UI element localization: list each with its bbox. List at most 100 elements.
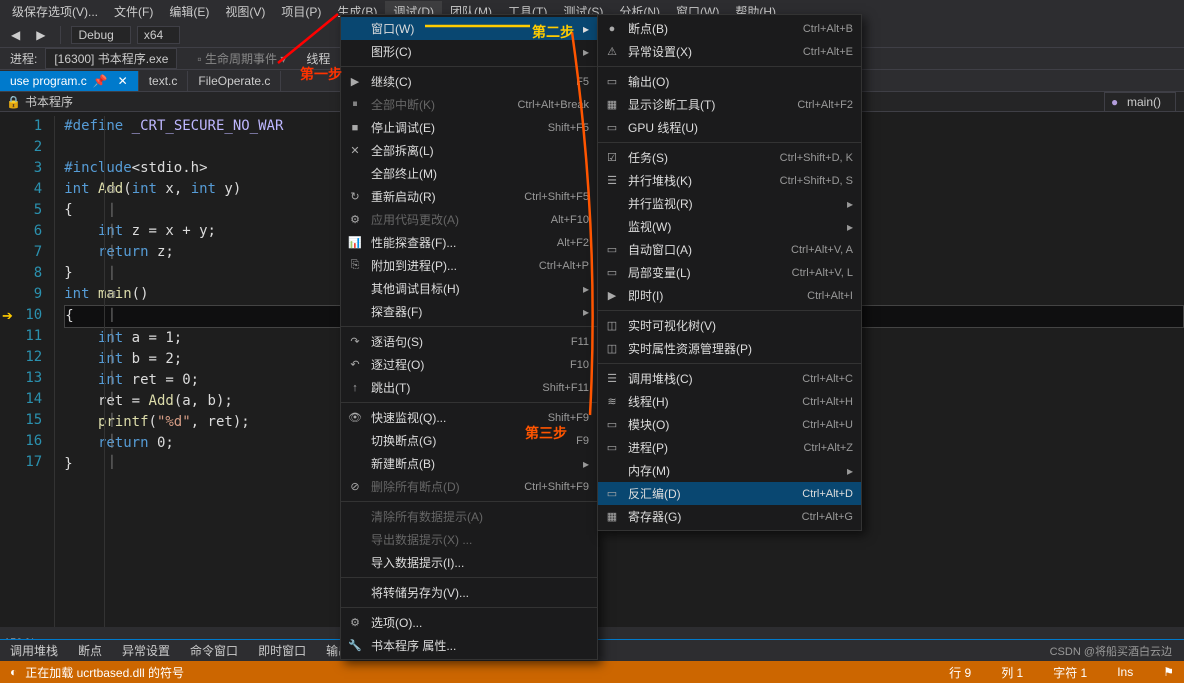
menu-2[interactable]: 编辑(E) <box>161 1 217 22</box>
scope-label[interactable]: 书本程序 <box>25 93 73 110</box>
menuitem-任务(S)[interactable]: ☑任务(S)Ctrl+Shift+D, K <box>598 146 861 169</box>
menuitem-选项(O)...[interactable]: ⚙选项(O)... <box>341 611 597 634</box>
annotation-step2: 第二步 <box>532 22 574 42</box>
menu-icon: ⏸ <box>347 98 363 111</box>
menuitem-调用堆栈(C)[interactable]: ☰调用堆栈(C)Ctrl+Alt+C <box>598 367 861 390</box>
menu-icon: ◫ <box>604 342 620 355</box>
menu-icon: ✕ <box>347 144 363 157</box>
menuitem-即时(I)[interactable]: ▶即时(I)Ctrl+Alt+I <box>598 284 861 307</box>
menu-icon: ⚠ <box>604 45 620 58</box>
menu-icon: ⚙ <box>347 616 363 629</box>
status-bar: ◐ 正在加载 ucrtbased.dll 的符号 行 9 列 1 字符 1 In… <box>0 661 1184 683</box>
menuitem-书本程序 属性...[interactable]: 🔧书本程序 属性... <box>341 634 597 657</box>
menuitem-其他调试目标(H)[interactable]: 其他调试目标(H)▸ <box>341 277 597 300</box>
menuitem-输出(O)[interactable]: ▭输出(O) <box>598 70 861 93</box>
menu-icon: ▭ <box>604 121 620 134</box>
current-line-arrow-icon: ➔ <box>2 308 13 324</box>
menuitem-寄存器(G)[interactable]: ▦寄存器(G)Ctrl+Alt+G <box>598 505 861 528</box>
status-line: 行 9 <box>949 664 971 681</box>
lock-icon: 🔒 <box>6 95 21 109</box>
watermark: CSDN @将船买酒白云边 <box>1050 643 1172 659</box>
menu-0[interactable]: 级保存选项(V)... <box>4 1 106 22</box>
menuitem-将转储另存为(V)...[interactable]: 将转储另存为(V)... <box>341 581 597 604</box>
output-tab-3[interactable]: 命令窗口 <box>180 639 248 662</box>
menuitem-导入数据提示(I)...[interactable]: 导入数据提示(I)... <box>341 551 597 574</box>
menuitem-全部中断(K): ⏸全部中断(K)Ctrl+Alt+Break <box>341 93 597 116</box>
menuitem-显示诊断工具(T)[interactable]: ▦显示诊断工具(T)Ctrl+Alt+F2 <box>598 93 861 116</box>
menuitem-图形(C)[interactable]: 图形(C)▸ <box>341 40 597 63</box>
status-ins: Ins <box>1117 665 1133 679</box>
menu-icon: ▶ <box>604 289 620 302</box>
line-gutter: 1234567891011121314151617 <box>0 112 52 627</box>
debug-menu[interactable]: 窗口(W)▸图形(C)▸▶继续(C)F5⏸全部中断(K)Ctrl+Alt+Bre… <box>340 14 598 660</box>
process-dropdown[interactable]: [16300] 书本程序.exe <box>45 48 177 69</box>
menuitem-并行堆栈(K)[interactable]: ☰并行堆栈(K)Ctrl+Shift+D, S <box>598 169 861 192</box>
status-flag-icon[interactable]: ⚑ <box>1163 665 1174 679</box>
menuitem-线程(H)[interactable]: ≋线程(H)Ctrl+Alt+H <box>598 390 861 413</box>
menu-icon: ▶ <box>347 75 363 88</box>
menuitem-监视(W)[interactable]: 监视(W)▸ <box>598 215 861 238</box>
tab-0[interactable]: use program.c📌✕ <box>0 71 139 91</box>
menuitem-局部变量(L)[interactable]: ▭局部变量(L)Ctrl+Alt+V, L <box>598 261 861 284</box>
output-tab-2[interactable]: 异常设置 <box>112 639 180 662</box>
menu-icon: ↷ <box>347 335 363 348</box>
menu-icon: ⚙ <box>347 213 363 226</box>
menu-icon: ≋ <box>604 395 620 408</box>
menu-4[interactable]: 项目(P) <box>273 1 329 22</box>
menu-icon: ⎘ <box>347 259 363 272</box>
menu-icon: ▦ <box>604 98 620 111</box>
menuitem-自动窗口(A)[interactable]: ▭自动窗口(A)Ctrl+Alt+V, A <box>598 238 861 261</box>
menuitem-断点(B)[interactable]: ●断点(B)Ctrl+Alt+B <box>598 17 861 40</box>
menuitem-实时属性资源管理器(P)[interactable]: ◫实时属性资源管理器(P) <box>598 337 861 360</box>
menuitem-反汇编(D)[interactable]: ▭反汇编(D)Ctrl+Alt+D <box>598 482 861 505</box>
menuitem-导出数据提示(X) ...: 导出数据提示(X) ... <box>341 528 597 551</box>
menuitem-异常设置(X)[interactable]: ⚠异常设置(X)Ctrl+Alt+E <box>598 40 861 63</box>
menu-icon: ↑ <box>347 382 363 394</box>
output-tab-1[interactable]: 断点 <box>68 639 112 662</box>
menuitem-新建断点(B)[interactable]: 新建断点(B)▸ <box>341 452 597 475</box>
menuitem-性能探查器(F)...[interactable]: 📊性能探查器(F)...Alt+F2 <box>341 231 597 254</box>
menuitem-重新启动(R)[interactable]: ↻重新启动(R)Ctrl+Shift+F5 <box>341 185 597 208</box>
close-icon[interactable]: ✕ <box>118 74 128 88</box>
menu-icon: 🔧 <box>347 639 363 652</box>
menuitem-GPU 线程(U)[interactable]: ▭GPU 线程(U) <box>598 116 861 139</box>
back-icon[interactable]: ◀ <box>6 26 25 44</box>
function-crumb[interactable]: main() <box>1104 92 1176 112</box>
annotation-step1: 第一步 <box>300 64 342 84</box>
menuitem-进程(P)[interactable]: ▭进程(P)Ctrl+Alt+Z <box>598 436 861 459</box>
menuitem-全部终止(M)[interactable]: 全部终止(M) <box>341 162 597 185</box>
menu-icon: ■ <box>347 122 363 134</box>
menuitem-跳出(T)[interactable]: ↑跳出(T)Shift+F11 <box>341 376 597 399</box>
menu-icon: ▦ <box>604 510 620 523</box>
fold-column[interactable]: ⊟││││⊟││││││││ <box>105 112 119 473</box>
menuitem-模块(O)[interactable]: ▭模块(O)Ctrl+Alt+U <box>598 413 861 436</box>
menuitem-继续(C)[interactable]: ▶继续(C)F5 <box>341 70 597 93</box>
tab-2[interactable]: FileOperate.c <box>188 71 281 91</box>
menuitem-实时可视化树(V)[interactable]: ◫实时可视化树(V) <box>598 314 861 337</box>
output-tab-0[interactable]: 调用堆栈 <box>0 639 68 662</box>
platform-dropdown[interactable]: x64 <box>137 26 180 44</box>
forward-icon[interactable]: ▶ <box>31 26 50 44</box>
menu-1[interactable]: 文件(F) <box>106 1 161 22</box>
status-spinner-icon: ◐ <box>10 665 17 679</box>
menuitem-内存(M)[interactable]: 内存(M)▸ <box>598 459 861 482</box>
menu-3[interactable]: 视图(V) <box>217 1 273 22</box>
config-dropdown[interactable]: Debug <box>71 26 130 44</box>
output-tab-4[interactable]: 即时窗口 <box>248 639 316 662</box>
menuitem-全部拆离(L)[interactable]: ✕全部拆离(L) <box>341 139 597 162</box>
menuitem-附加到进程(P)...[interactable]: ⎘附加到进程(P)...Ctrl+Alt+P <box>341 254 597 277</box>
menuitem-逐过程(O)[interactable]: ↶逐过程(O)F10 <box>341 353 597 376</box>
menu-icon: ▭ <box>604 418 620 431</box>
debug-windows-submenu[interactable]: ●断点(B)Ctrl+Alt+B⚠异常设置(X)Ctrl+Alt+E ▭输出(O)… <box>597 14 862 531</box>
menuitem-探查器(F)[interactable]: 探查器(F)▸ <box>341 300 597 323</box>
menuitem-逐语句(S)[interactable]: ↷逐语句(S)F11 <box>341 330 597 353</box>
menu-icon: 👁 <box>347 411 363 424</box>
menuitem-停止调试(E)[interactable]: ■停止调试(E)Shift+F5 <box>341 116 597 139</box>
menu-icon: ⊘ <box>347 480 363 493</box>
tab-1[interactable]: text.c <box>139 71 189 91</box>
menuitem-并行监视(R)[interactable]: 并行监视(R)▸ <box>598 192 861 215</box>
life-events-button[interactable]: ▫ 生命周期事件 ▾ <box>197 50 286 67</box>
menu-icon: ▭ <box>604 75 620 88</box>
menuitem-清除所有数据提示(A): 清除所有数据提示(A) <box>341 505 597 528</box>
menu-icon: ↶ <box>347 358 363 371</box>
